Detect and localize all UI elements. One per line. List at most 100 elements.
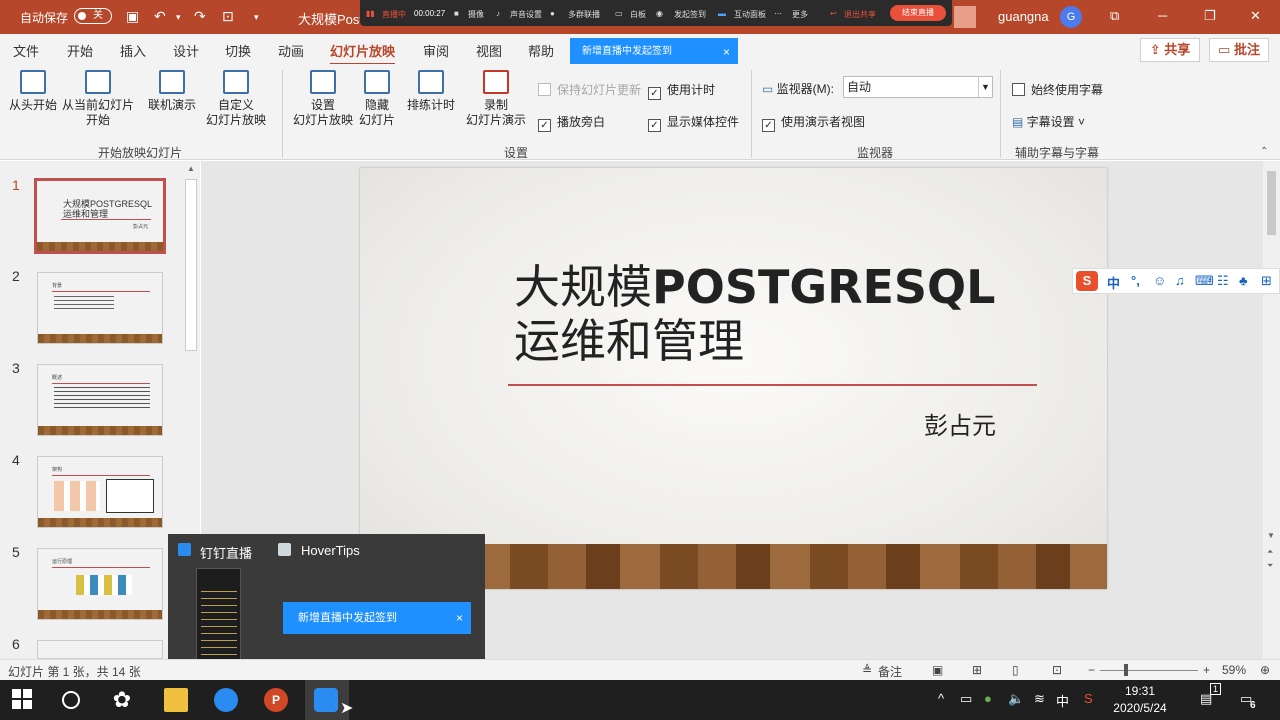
tab-transitions[interactable]: 切换 — [225, 41, 251, 60]
presenter-view-checkbox[interactable]: ✓ 使用演示者视图 — [762, 113, 865, 132]
slide-thumbnail-1[interactable]: 大规模POSTGRESQL 运维和管理 彭占元 — [34, 178, 166, 254]
scrollbar-thumb[interactable] — [185, 179, 197, 351]
interact-button[interactable]: 互动面板 — [734, 9, 766, 20]
zoom-slider-handle[interactable] — [1124, 664, 1128, 676]
signin-button[interactable]: 发起签到 — [674, 9, 706, 20]
reading-view-icon[interactable]: ▯ — [1012, 663, 1019, 677]
exit-share-button[interactable]: 退出共享 — [844, 9, 876, 20]
slide-thumbnail-4[interactable]: 架构 — [37, 456, 163, 528]
redo-icon[interactable]: ↷ — [194, 8, 206, 25]
maximize-icon[interactable]: ❐ — [1204, 8, 1216, 24]
ime-indicator[interactable]: 中 — [1056, 691, 1069, 710]
file-explorer-icon[interactable] — [164, 688, 188, 712]
tab-file[interactable]: 文件 — [13, 41, 39, 60]
camera-button[interactable]: 摄像 — [468, 9, 484, 20]
app-tray-icon[interactable]: ● — [984, 691, 992, 706]
zoom-level[interactable]: 59% — [1222, 663, 1246, 677]
zoom-in-icon[interactable]: + — [1203, 663, 1210, 677]
window-preview-thumbnail[interactable] — [196, 568, 241, 671]
windows-start-icon[interactable] — [12, 689, 32, 709]
slide-thumbnail-5[interactable]: 运行原理 — [37, 548, 163, 620]
present-online-button[interactable]: 联机演示 — [144, 64, 200, 113]
notes-button[interactable]: 备注 — [878, 663, 902, 680]
punctuation-toggle[interactable]: °, — [1131, 273, 1140, 288]
tab-home[interactable]: 开始 — [67, 41, 93, 60]
keyboard-icon[interactable]: ⌨ — [1195, 273, 1214, 289]
slide-title[interactable]: 大规模POSTGRESQL 运维和管理 — [514, 260, 995, 368]
whiteboard-button[interactable]: 白板 — [630, 9, 646, 20]
monitor-select[interactable]: 自动 ▼ — [843, 76, 993, 98]
share-button[interactable]: ⇪ 共享 — [1140, 38, 1200, 62]
fit-to-window-icon[interactable]: ⊕ — [1260, 663, 1270, 677]
slide-sorter-icon[interactable]: ⊞ — [972, 663, 982, 677]
tab-slideshow[interactable]: 幻灯片放映 — [330, 41, 396, 66]
tab-help[interactable]: 帮助 — [528, 41, 554, 60]
more-button[interactable]: 更多 — [792, 9, 808, 20]
sogou-logo-icon[interactable]: S — [1076, 271, 1098, 291]
scroll-up-icon[interactable]: ▲ — [187, 164, 195, 173]
skin-icon[interactable]: ♣ — [1239, 273, 1248, 288]
use-timings-checkbox[interactable]: ✓ 使用计时 — [648, 81, 715, 100]
scrollbar-thumb[interactable] — [1267, 171, 1276, 235]
show-media-checkbox[interactable]: ✓ 显示媒体控件 — [648, 113, 739, 132]
undo-icon[interactable]: ↶ — [154, 8, 166, 25]
wifi-icon[interactable]: ≋ — [1034, 691, 1045, 707]
ribbon-display-icon[interactable]: ⧉ — [1110, 8, 1119, 24]
slide-thumbnail-6[interactable] — [37, 640, 163, 659]
sogou-tray-icon[interactable]: S — [1084, 691, 1093, 706]
avatar[interactable]: G — [1060, 6, 1082, 28]
prev-slide-icon[interactable]: ⏶ — [1267, 547, 1273, 557]
undo-dropdown-icon[interactable]: ▾ — [176, 12, 181, 23]
emoji-icon[interactable]: ☺ — [1153, 273, 1166, 288]
toast-bottom-close-icon[interactable]: × — [456, 602, 463, 634]
normal-view-icon[interactable]: ▣ — [932, 663, 943, 677]
voice-icon[interactable]: ♫ — [1175, 273, 1185, 288]
users-icon[interactable]: ☷ — [1217, 273, 1229, 289]
minimize-icon[interactable]: ─ — [1158, 8, 1167, 23]
tab-view[interactable]: 视图 — [476, 41, 502, 60]
user-name[interactable]: guangna — [998, 9, 1049, 24]
app-hovertips[interactable]: HoverTips — [301, 543, 360, 558]
next-slide-icon[interactable]: ⏷ — [1267, 561, 1273, 571]
autosave-toggle[interactable]: 关 — [74, 8, 112, 24]
setup-slideshow-button[interactable]: 设置 幻灯片放映 — [290, 64, 356, 128]
system-clock[interactable]: 19:31 2020/5/24 — [1110, 683, 1170, 717]
keep-updated-checkbox[interactable]: 保持幻灯片更新 — [538, 81, 641, 98]
cortana-search-icon[interactable] — [62, 691, 80, 709]
multi-group-button[interactable]: 多群联播 — [568, 9, 600, 20]
audio-settings-button[interactable]: 声音设置 — [510, 9, 542, 20]
tab-review[interactable]: 审阅 — [423, 41, 449, 60]
hide-slide-button[interactable]: 隐藏 幻灯片 — [356, 64, 398, 128]
from-start-button[interactable]: 从头开始 — [6, 64, 60, 113]
from-current-button[interactable]: 从当前幻灯片 开始 — [60, 64, 136, 128]
comments-button[interactable]: ▭ 批注 — [1209, 38, 1269, 62]
slideshow-view-icon[interactable]: ⊡ — [1052, 663, 1062, 677]
rehearse-timings-button[interactable]: 排练计时 — [404, 64, 458, 113]
customize-toolbar-icon[interactable]: ▾ — [254, 12, 259, 23]
always-subtitles-checkbox[interactable]: 始终使用字幕 — [1012, 81, 1103, 98]
scroll-down-icon[interactable]: ▼ — [1267, 531, 1275, 540]
battery-icon[interactable]: ▭ — [960, 691, 972, 707]
powerpoint-icon[interactable]: P — [264, 688, 288, 712]
play-narration-checkbox[interactable]: ✓ 播放旁白 — [538, 113, 605, 132]
show-hidden-icons-icon[interactable]: ^ — [938, 691, 944, 706]
slide-thumbnail-2[interactable]: 背景 — [37, 272, 163, 344]
save-icon[interactable]: ▣ — [126, 8, 139, 25]
app-dingtalk-live[interactable]: 钉钉直播 — [200, 543, 252, 562]
tab-design[interactable]: 设计 — [173, 41, 199, 60]
collapse-ribbon-icon[interactable]: ⌃ — [1260, 146, 1268, 157]
record-slideshow-button[interactable]: 录制 幻灯片演示 — [458, 64, 534, 128]
app-pinwheel-icon[interactable]: ✿ — [110, 688, 134, 712]
volume-icon[interactable]: 🔈 — [1008, 691, 1024, 707]
zoom-out-icon[interactable]: − — [1088, 663, 1095, 677]
slide-author[interactable]: 彭占元 — [924, 406, 996, 441]
custom-slideshow-button[interactable]: 自定义 幻灯片放映 — [198, 64, 274, 128]
close-icon[interactable]: ✕ — [1250, 8, 1261, 24]
subtitle-settings-button[interactable]: ▤ 字幕设置 ˅ — [1012, 113, 1085, 130]
dingtalk-icon[interactable] — [214, 688, 238, 712]
toast-top-close-icon[interactable]: × — [723, 38, 730, 66]
start-slideshow-icon[interactable]: ⊡ — [222, 8, 234, 25]
ime-mode-toggle[interactable]: 中 — [1107, 273, 1120, 292]
current-slide[interactable]: 大规模POSTGRESQL 运维和管理 彭占元 — [360, 168, 1107, 589]
end-live-button[interactable]: 结束直播 — [890, 5, 946, 21]
